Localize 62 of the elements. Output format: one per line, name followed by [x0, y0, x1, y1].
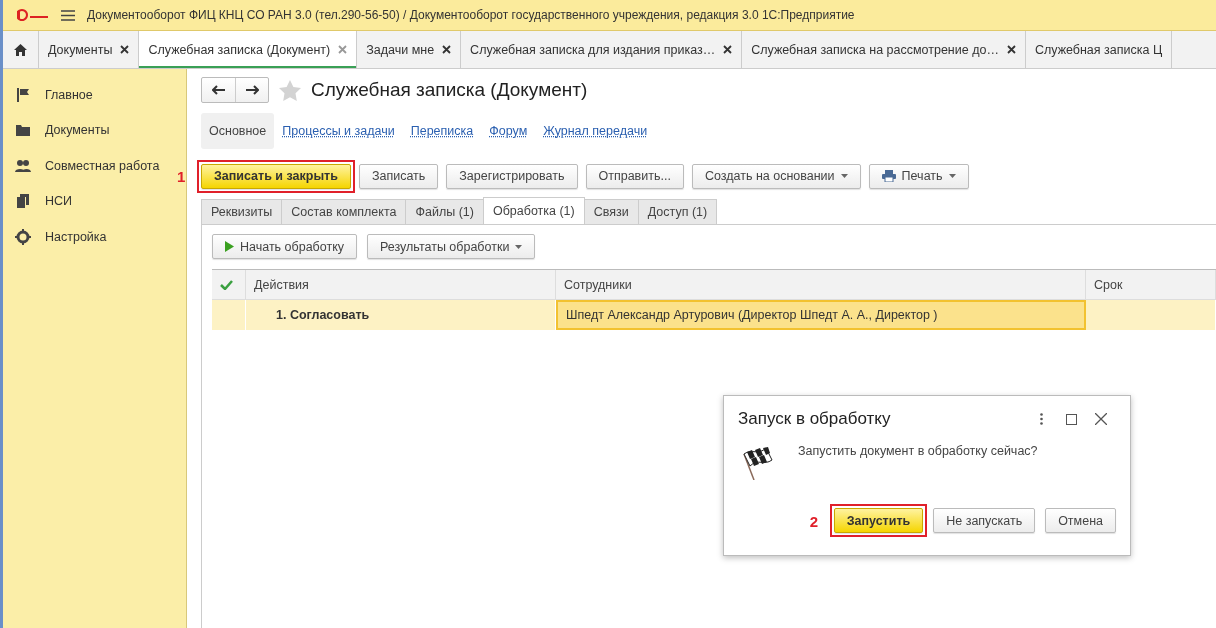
section-link[interactable]: Процессы и задачи [274, 113, 403, 149]
sidebar-item[interactable]: Настройка [3, 219, 186, 255]
window-title: Документооборот ФИЦ КНЦ СО РАН 3.0 (тел.290-56-50) / Документооборот государственного учреждения, редакция 3.0 1С:Предприятие [87, 8, 855, 22]
form-tab[interactable]: Связи [583, 199, 639, 224]
dialog-title: Запуск в обработку [738, 409, 892, 429]
section-link[interactable]: Журнал передачи [535, 113, 656, 149]
caret-icon [515, 244, 523, 249]
caret-icon [840, 174, 848, 178]
close-icon[interactable] [120, 45, 130, 54]
sidebar-item[interactable]: Документы [3, 112, 186, 148]
callout-number: 1 [177, 167, 186, 185]
command-button[interactable]: Запустить [833, 508, 924, 533]
command-button[interactable]: Отправить... [585, 163, 684, 189]
dropdown-button[interactable]: Создать на основании [691, 163, 861, 189]
close-icon[interactable] [1006, 45, 1016, 54]
checkmark-icon [220, 279, 233, 290]
section-link[interactable]: Переписка [402, 113, 482, 149]
printer-icon [881, 170, 896, 182]
table-cell [212, 300, 246, 330]
command-button[interactable]: Зарегистрировать [446, 163, 578, 189]
sidebar-item[interactable]: Главное [3, 77, 186, 113]
settings-icon [15, 228, 31, 245]
table-cell: 1. Согласовать [246, 300, 556, 330]
home-icon [14, 43, 27, 56]
form-tab[interactable]: Состав комплекта [281, 199, 407, 224]
maximize-icon[interactable] [1065, 413, 1077, 425]
sidebar-item[interactable]: НСИ [3, 183, 186, 219]
print-button[interactable]: Печать [868, 163, 969, 189]
callout-number: 2 [809, 512, 818, 529]
play-icon [225, 241, 234, 252]
star-icon[interactable] [279, 79, 301, 101]
command-button[interactable]: Отмена [1045, 508, 1116, 533]
close-icon[interactable] [723, 45, 733, 54]
menu-icon[interactable] [61, 9, 75, 21]
close-icon[interactable] [442, 45, 452, 54]
form-title: Служебная записка (Документ) [311, 79, 588, 101]
command-button[interactable]: Не запускать [933, 508, 1036, 533]
forward-arrow-icon [245, 85, 259, 95]
section-link[interactable]: Основное [201, 113, 275, 149]
logo-icon [17, 8, 49, 22]
column-header[interactable]: Действия [246, 270, 556, 300]
command-button[interactable]: Записать [358, 163, 439, 189]
column-header[interactable]: Срок [1086, 270, 1216, 300]
form-tab[interactable]: Реквизиты [201, 199, 283, 224]
more-icon[interactable] [1039, 413, 1043, 425]
form-tab[interactable]: Файлы (1) [405, 199, 484, 224]
people-icon [15, 157, 31, 174]
document-tab[interactable]: Служебная записка (Документ) [139, 31, 358, 68]
flag-icon [15, 86, 31, 103]
section-link[interactable]: Форум [481, 113, 536, 149]
table-cell: Шпедт Александр Артурович (Директор Шпедт А. А., Директор ) [556, 300, 1086, 330]
command-button[interactable]: Начать обработку [212, 234, 358, 259]
command-button[interactable]: Записать и закрыть [201, 163, 351, 189]
dropdown-button[interactable]: Результаты обработки [367, 234, 536, 259]
column-header[interactable]: Сотрудники [556, 270, 1086, 300]
books-icon [15, 193, 31, 210]
dialog-message: Запустить документ в обработку сейчас? [798, 444, 1038, 460]
back-arrow-icon [212, 85, 225, 95]
folder-icon [15, 122, 31, 139]
form-tab[interactable]: Доступ (1) [637, 199, 718, 224]
caret-icon [948, 174, 956, 178]
close-icon[interactable] [1095, 413, 1107, 425]
